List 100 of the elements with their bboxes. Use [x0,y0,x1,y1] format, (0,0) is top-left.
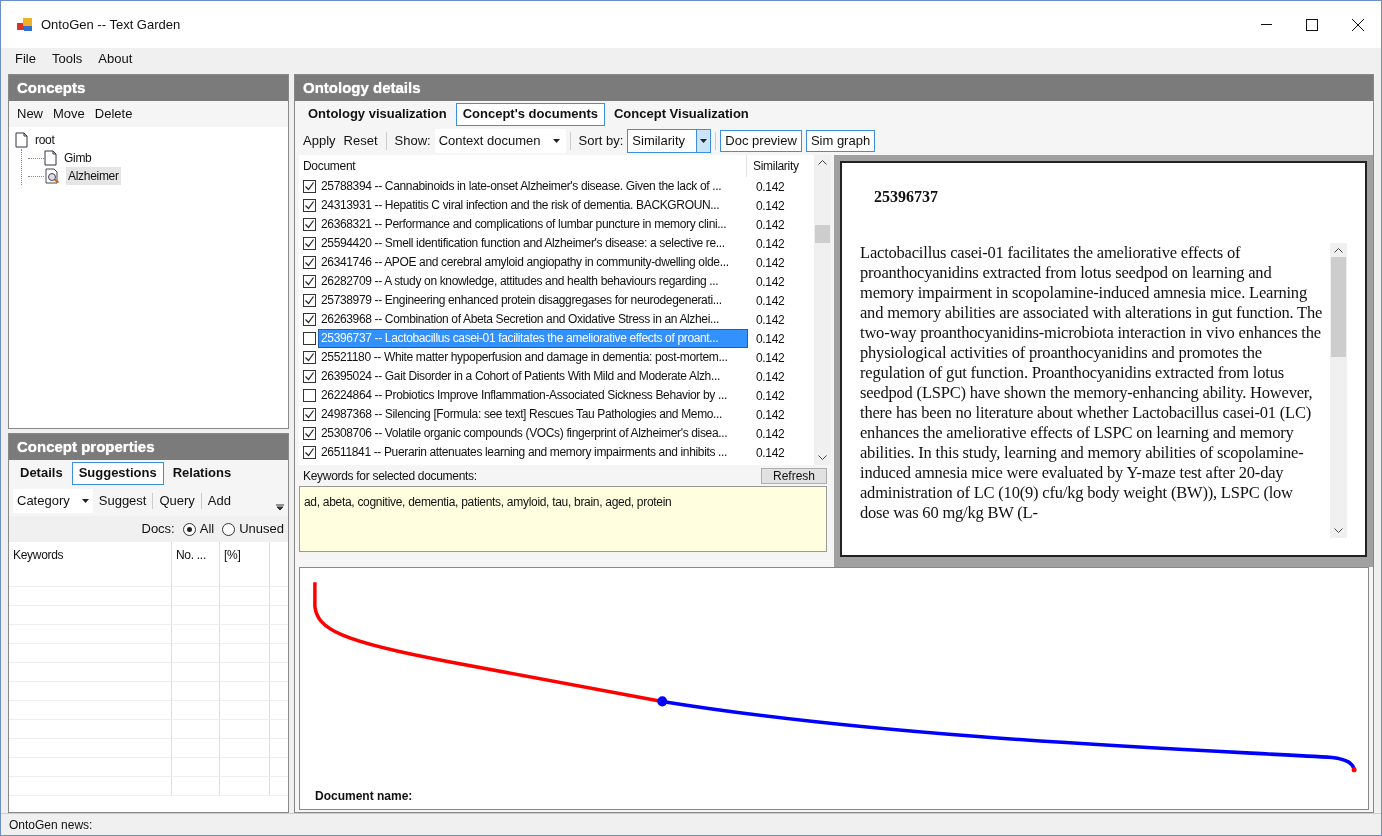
scrollbar[interactable] [814,155,831,465]
checkbox[interactable] [303,313,316,326]
category-dropdown[interactable]: Category [13,489,93,513]
document-title[interactable]: 25788394 -- Cannabinoids in late-onset Alzheimer's disease. Given the lack of ... [319,178,747,195]
toolbar-button[interactable]: Add [201,491,237,511]
toolbar-button[interactable]: Query [153,491,201,511]
tab[interactable]: Suggestions [71,461,164,485]
tab[interactable]: Ontology visualization [301,102,454,126]
similarity-value: 0.142 [756,406,785,424]
column-header[interactable]: Keywords [9,542,172,568]
document-title[interactable]: 25738979 -- Engineering enhanced protein disaggregases for neurodegenerati... [319,292,747,309]
tab[interactable]: Relations [165,461,239,485]
tree-item[interactable]: Gimb [62,149,94,167]
keywords-label: Keywords for selected documents: [302,468,477,485]
toolbar-button[interactable]: Apply [299,131,340,151]
checkbox[interactable] [303,218,316,231]
keywords-box[interactable]: ad, abeta, cognitive, dementia, patients, amyloid, tau, brain, aged, protein [299,486,827,552]
document-icon [44,150,58,166]
checkbox[interactable] [303,427,316,440]
caret-icon [552,139,560,143]
toolbar-button[interactable]: Suggest [92,491,153,511]
panel-header: Ontology details [295,75,1373,101]
tab[interactable]: Concept Visualization [606,102,756,126]
panel-header: Concept properties [9,434,288,460]
scroll-thumb[interactable] [815,225,830,243]
tree-item[interactable]: root [33,131,57,149]
checkbox[interactable] [303,256,316,269]
checkbox[interactable] [303,275,316,288]
scrollbar[interactable] [1330,243,1347,538]
document-title[interactable]: 26368321 -- Performance and complications of lumbar puncture in memory clini... [319,216,747,233]
scroll-up-icon[interactable] [1334,247,1343,253]
document-title[interactable]: 26263968 -- Combination of Abeta Secretion and Oxidative Stress in an Alzhei... [319,311,747,328]
document-title[interactable]: 25594420 -- Smell identification function and Alzheimer's disease: a selective re... [319,235,747,252]
column-header[interactable]: Similarity [747,155,814,177]
scroll-up-icon[interactable] [818,159,827,165]
caret-icon [700,139,708,143]
document-title[interactable]: 24313931 -- Hepatitis C viral infection and the risk of dementia. BACKGROUN... [319,197,747,214]
window-title: OntoGen -- Text Garden [41,15,181,34]
similarity-value: 0.142 [756,273,785,291]
search-document-icon [44,168,62,184]
similarity-value: 0.142 [756,368,785,386]
radio-option[interactable]: All [182,519,215,539]
scroll-thumb[interactable] [1331,257,1346,357]
checkbox[interactable] [303,351,316,364]
similarity-value: 0.142 [756,216,785,234]
checkbox[interactable] [303,237,316,250]
tab[interactable]: Concept's documents [455,102,605,126]
status-text: OntoGen news: [9,816,93,834]
document-title[interactable]: 26282709 -- A study on knowledge, attitudes and health behaviours regarding ... [319,273,747,290]
similarity-value: 0.142 [756,235,785,253]
column-header[interactable]: [%] [220,542,270,568]
document-title[interactable]: 25521180 -- White matter hypoperfusion and damage in dementia: post-mortem... [319,349,747,366]
similarity-value: 0.142 [756,425,785,443]
graph-label: Document name: [314,788,414,805]
checkbox[interactable] [303,180,316,193]
preview-title: 25396737 [873,187,939,207]
toggle-button[interactable]: Doc preview [720,130,802,152]
close-icon [1352,18,1364,31]
menu-item[interactable]: About [92,49,139,69]
document-icon [15,132,29,148]
tab[interactable]: Details [13,461,70,485]
docs-label: Docs: [141,520,175,539]
similarity-value: 0.142 [756,311,785,329]
scroll-down-icon[interactable] [818,455,827,461]
checkbox[interactable] [303,389,316,402]
checkbox[interactable] [303,370,316,383]
document-title[interactable]: 26341746 -- APOE and cerebral amyloid angiopathy in community-dwelling olde... [319,254,747,271]
checkbox[interactable] [303,199,316,212]
checkbox[interactable] [303,446,316,459]
similarity-value: 0.142 [756,254,785,272]
overflow-icon [276,503,284,511]
checkbox[interactable] [303,332,316,345]
tree-item[interactable]: Alzheimer [66,167,121,185]
toolbar-button[interactable]: Delete [90,104,137,124]
toggle-button[interactable]: Sim graph [805,130,876,152]
similarity-value: 0.142 [756,444,785,462]
toolbar-button[interactable]: New [13,104,47,124]
checkbox[interactable] [303,294,316,307]
column-header[interactable]: Document [299,155,747,177]
toolbar-button[interactable]: Reset [339,131,382,151]
sort-dropdown[interactable]: Similarity [627,129,712,153]
column-header[interactable]: No. ... [172,542,220,568]
show-dropdown[interactable]: Context documen [434,129,566,153]
document-title[interactable]: 25308706 -- Volatile organic compounds (VOCs) fingerprint of Alzheimer's disea... [319,425,747,442]
similarity-value: 0.142 [756,178,785,196]
radio-option[interactable]: Unused [222,519,284,539]
document-title[interactable]: 24987368 -- Silencing [Formula: see text] Rescues Tau Pathologies and Memo... [319,406,747,423]
document-title[interactable]: 26395024 -- Gait Disorder in a Cohort of Patients With Mild and Moderate Alzh... [319,368,747,385]
menu-item[interactable]: Tools [45,49,89,69]
document-title[interactable]: 26224864 -- Probiotics Improve Inflammation-Associated Sickness Behavior by ... [319,387,747,404]
app-icon [17,17,33,32]
sort-label: Sort by: [577,132,625,151]
toolbar-button[interactable]: Move [49,104,89,124]
similarity-value: 0.142 [756,387,785,405]
checkbox[interactable] [303,408,316,421]
similarity-value: 0.142 [756,330,785,348]
refresh-button[interactable]: Refresh [761,468,827,484]
scroll-down-icon[interactable] [1334,528,1343,534]
menu-item[interactable]: File [9,49,42,69]
document-title[interactable]: 26511841 -- Puerarin attenuates learning and memory impairments and inhibits ... [319,444,747,461]
